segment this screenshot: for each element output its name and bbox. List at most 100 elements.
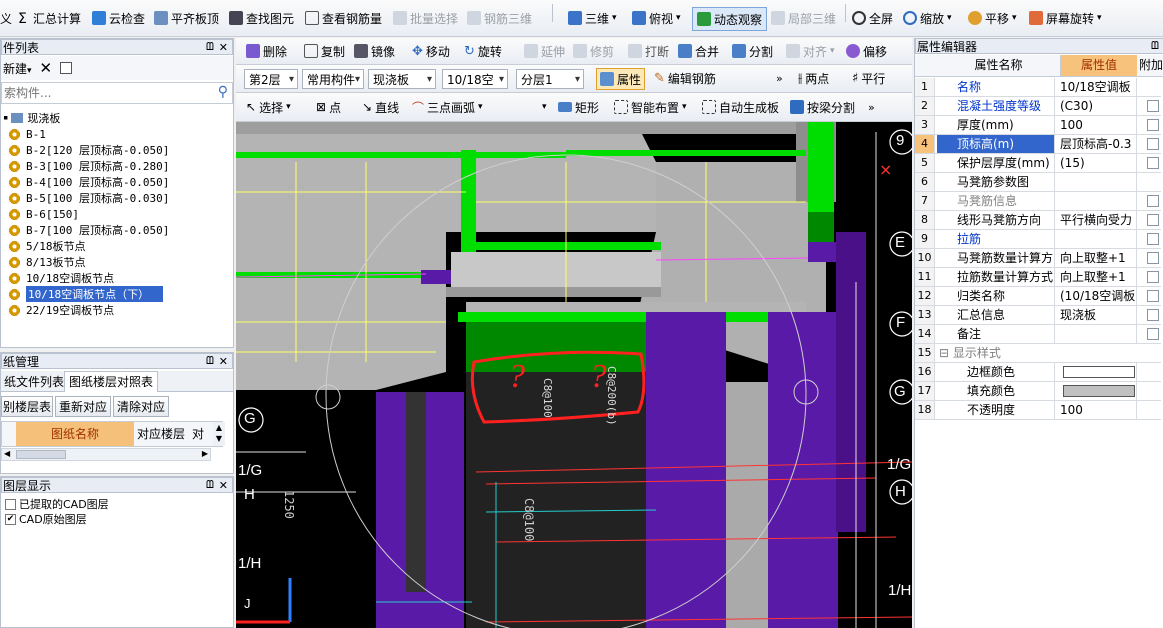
property-row[interactable]: 10 马凳筋数量计算方 向上取整+1 [915, 249, 1161, 268]
checkbox[interactable] [1147, 138, 1159, 150]
component-select[interactable]: 10/18空 [442, 69, 508, 89]
property-row[interactable]: 9 拉筋 [915, 230, 1161, 249]
split-by-beam-button[interactable]: 按梁分割 [790, 93, 855, 121]
toolbar-item-0[interactable]: 义 [0, 0, 12, 36]
property-value[interactable]: 向上取整+1 [1057, 249, 1137, 267]
col-extra[interactable]: 对应 [190, 422, 212, 446]
pan-button[interactable]: 平移 ▾ [968, 0, 1017, 36]
screen-rotate-button[interactable]: 屏幕旋转 ▾ [1029, 0, 1102, 36]
point-button[interactable]: ⊠ 点 [316, 93, 341, 121]
view-3d-button[interactable]: 三维 ▾ [568, 0, 617, 36]
property-row[interactable]: 2 混凝土强度等级 (C30) [915, 97, 1161, 116]
delete-button[interactable]: 删除 [246, 38, 287, 64]
property-row[interactable]: 18 不透明度 100 [915, 401, 1161, 420]
two-point-button[interactable]: ⫲ 两点 [798, 65, 829, 92]
tree-item[interactable]: 10/18空调板节点（下） [9, 286, 164, 302]
property-value[interactable]: (10/18空调板 [1057, 287, 1137, 305]
tree-item[interactable]: 8/13板节点 [9, 254, 86, 270]
checkbox[interactable] [1147, 214, 1159, 226]
checkbox[interactable] [1147, 100, 1159, 112]
view-rebar-qty-button[interactable]: 查看钢筋量 [305, 0, 382, 36]
top-view-button[interactable]: 俯视 ▾ [632, 0, 681, 36]
more-icon[interactable]: » [868, 93, 875, 121]
copy-icon[interactable] [60, 62, 73, 74]
property-value[interactable]: 现浇板 [1057, 306, 1137, 324]
tree-item[interactable]: B-4[100 层顶标高-0.050] [9, 174, 169, 190]
shape-dropdown[interactable]: ▾ [542, 93, 547, 121]
local-3d-button[interactable]: 局部三维 [771, 0, 836, 36]
checkbox[interactable] [1147, 328, 1159, 340]
property-row[interactable]: 4 顶标高(m) 层顶标高-0.3 [915, 135, 1161, 154]
checkbox[interactable] [1147, 195, 1159, 207]
edit-rebar-button[interactable]: ✎ 编辑钢筋 [654, 65, 716, 92]
checkbox[interactable] [1147, 119, 1159, 131]
collapse-icon[interactable]: ▪ [3, 113, 8, 123]
summary-calc-button[interactable]: Σ 汇总计算 [18, 0, 81, 36]
property-value[interactable]: 平行横向受力 [1057, 211, 1137, 229]
tree-item[interactable]: 22/19空调板节点 [9, 302, 114, 318]
col-drawing-name[interactable]: 图纸名称 [16, 422, 134, 446]
tree-item[interactable]: B-7[100 层顶标高-0.050] [9, 222, 169, 238]
fill-color-swatch[interactable] [1063, 385, 1135, 397]
cloud-check-button[interactable]: 云检查 [92, 0, 145, 36]
collapse-icon[interactable]: ⊟ [939, 346, 953, 360]
rectangle-button[interactable]: 矩形 [558, 93, 599, 121]
split-button[interactable]: 分割 [732, 38, 773, 64]
align-slab-top-button[interactable]: 平齐板顶 [154, 0, 219, 36]
scroll-right-icon[interactable]: ▶ [202, 449, 208, 458]
property-row[interactable]: 1 名称 10/18空调板 [915, 78, 1161, 97]
col-floor[interactable]: 对应楼层 [135, 422, 189, 446]
property-row[interactable]: 12 归类名称 (10/18空调板 [915, 287, 1161, 306]
property-row[interactable]: 11 拉筋数量计算方式 向上取整+1 [915, 268, 1161, 287]
scroll-thumb[interactable] [16, 450, 66, 459]
parallel-button[interactable]: ♯ 平行 [852, 65, 885, 92]
property-value[interactable] [1057, 192, 1137, 210]
property-value[interactable]: 10/18空调板 [1057, 78, 1137, 96]
border-color-swatch[interactable] [1063, 366, 1135, 378]
property-value[interactable] [1057, 325, 1137, 343]
property-row[interactable]: 14 备注 [915, 325, 1161, 344]
mirror-button[interactable]: 镜像 [354, 38, 395, 64]
property-value[interactable]: (C30) [1057, 97, 1137, 115]
property-value[interactable]: 层顶标高-0.3 [1057, 135, 1137, 153]
search-icon[interactable]: ⚲ [218, 84, 228, 100]
checkbox[interactable] [1147, 290, 1159, 302]
trim-button[interactable]: 修剪 [573, 38, 614, 64]
offset-button[interactable]: 偏移 [846, 38, 887, 64]
property-value[interactable]: 向上取整+1 [1057, 268, 1137, 286]
select-button[interactable]: ↖ 选择 ▾ [246, 93, 291, 121]
zoom-button[interactable]: 缩放 ▾ [903, 0, 952, 36]
arc-button[interactable]: ⌒ 三点画弧 ▾ [412, 93, 483, 121]
close-icon[interactable]: ✕ [219, 479, 228, 492]
dynamic-orbit-button[interactable]: 动态观察 [692, 7, 768, 31]
rotate-button[interactable]: ↻ 旋转 [464, 38, 502, 64]
property-row[interactable]: 6 马凳筋参数图 [915, 173, 1161, 192]
rematch-button[interactable]: 重新对应 [55, 396, 111, 417]
property-row[interactable]: 8 线形马凳筋方向 平行横向受力 [915, 211, 1161, 230]
checkbox-checked[interactable]: ✔ [5, 513, 16, 525]
3d-viewport[interactable]: 9 × E F G 1/G H 1/H J G 1/G H 1/H ? ? C8… [236, 122, 912, 628]
tree-item[interactable]: 10/18空调板节点 [9, 270, 114, 286]
tree-item[interactable]: B-3[100 层顶标高-0.280] [9, 158, 169, 174]
identify-floor-table-button[interactable]: 别楼层表 [1, 396, 53, 417]
extend-button[interactable]: 延伸 [524, 38, 565, 64]
search-input[interactable] [2, 83, 202, 103]
category-select[interactable]: 常用构件 [302, 69, 364, 89]
property-value[interactable]: (15) [1057, 154, 1137, 172]
close-icon[interactable]: ✕ [219, 355, 228, 368]
floor-select[interactable]: 第2层 [244, 69, 298, 89]
delete-icon[interactable]: ✕ [40, 59, 53, 77]
smart-place-button[interactable]: 智能布置 ▾ [614, 93, 687, 121]
property-value[interactable] [1057, 173, 1137, 191]
close-mark[interactable]: × [879, 160, 892, 179]
merge-button[interactable]: 合并 [678, 38, 719, 64]
clear-match-button[interactable]: 清除对应 [113, 396, 169, 417]
pin-icon[interactable]: ᗶ [206, 354, 214, 368]
copy-button[interactable]: 复制 [304, 38, 345, 64]
checkbox[interactable] [1147, 309, 1159, 321]
auto-gen-slab-button[interactable]: 自动生成板 [702, 93, 779, 121]
tab-file-list[interactable]: 纸文件列表 [1, 373, 69, 392]
vertical-scrollbar[interactable]: ▲ ▼ [213, 422, 225, 446]
find-element-button[interactable]: 查找图元 [229, 0, 294, 36]
new-button[interactable]: 新建▾ [3, 60, 32, 77]
